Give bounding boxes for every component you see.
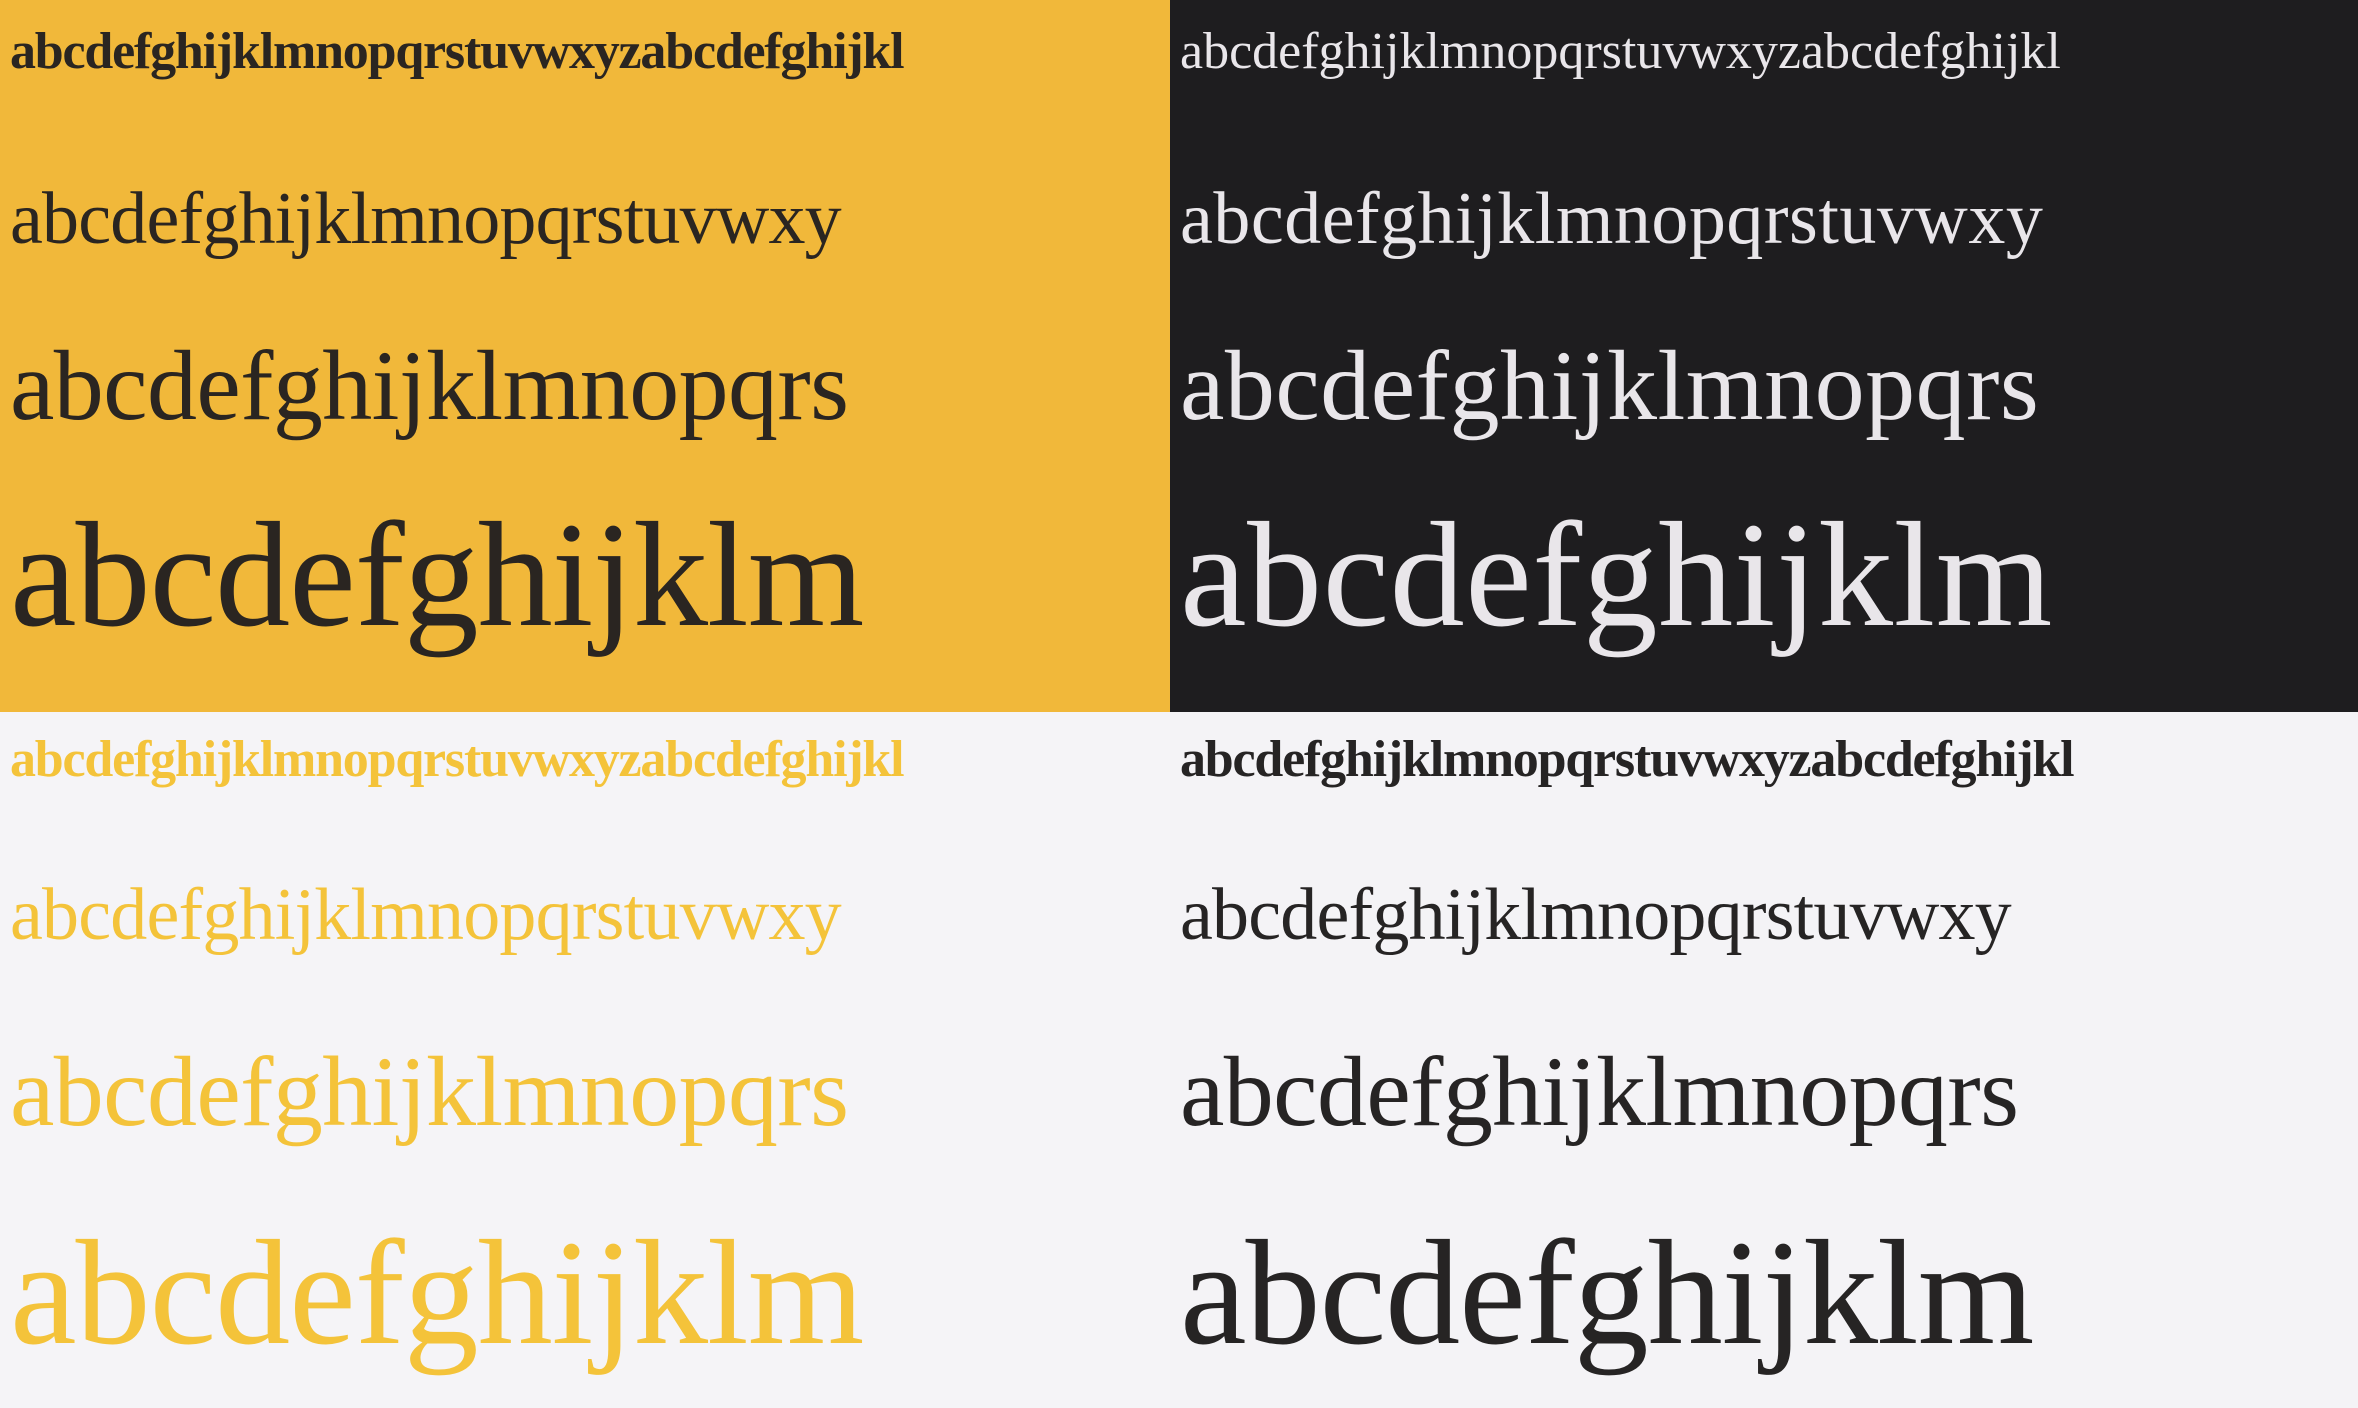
specimen-line-medium: abcdefghijklmnopqrstuvwxy [10,178,842,260]
specimen-line-large: abcdefghijklmnopqrs [10,1036,849,1147]
panel-black-text: abcdefghijklmnopqrstuvwxyzabcdefghijkl a… [1170,712,2358,1408]
specimen-line-medium: abcdefghijklmnopqrstuvwxy [1180,178,2044,260]
panel-yellow-background: abcdefghijklmnopqrstuvwxyzabcdefghijkl a… [0,0,1170,712]
specimen-line-small: abcdefghijklmnopqrstuvwxyzabcdefghijkl [1180,731,2075,788]
specimen-line-xlarge: abcdefghijklm [1180,1210,2034,1376]
specimen-line-small: abcdefghijklmnopqrstuvwxyzabcdefghijkl [10,731,905,788]
specimen-line-xlarge: abcdefghijklm [10,1210,864,1376]
specimen-line-xlarge: abcdefghijklm [1180,492,2053,658]
specimen-line-small: abcdefghijklmnopqrstuvwxyzabcdefghijkl [1180,23,2061,80]
specimen-line-small: abcdefghijklmnopqrstuvwxyzabcdefghijkl [10,23,905,80]
panel-black-background: abcdefghijklmnopqrstuvwxyzabcdefghijkl a… [1170,0,2358,712]
type-specimen-grid: abcdefghijklmnopqrstuvwxyzabcdefghijkl a… [0,0,2358,1408]
panel-yellow-text: abcdefghijklmnopqrstuvwxyzabcdefghijkl a… [0,712,1170,1408]
specimen-line-large: abcdefghijklmnopqrs [1180,330,2040,441]
specimen-line-large: abcdefghijklmnopqrs [10,330,849,441]
specimen-line-xlarge: abcdefghijklm [10,492,864,658]
specimen-line-medium: abcdefghijklmnopqrstuvwxy [1180,874,2012,956]
specimen-line-large: abcdefghijklmnopqrs [1180,1036,2019,1147]
specimen-line-medium: abcdefghijklmnopqrstuvwxy [10,874,842,956]
